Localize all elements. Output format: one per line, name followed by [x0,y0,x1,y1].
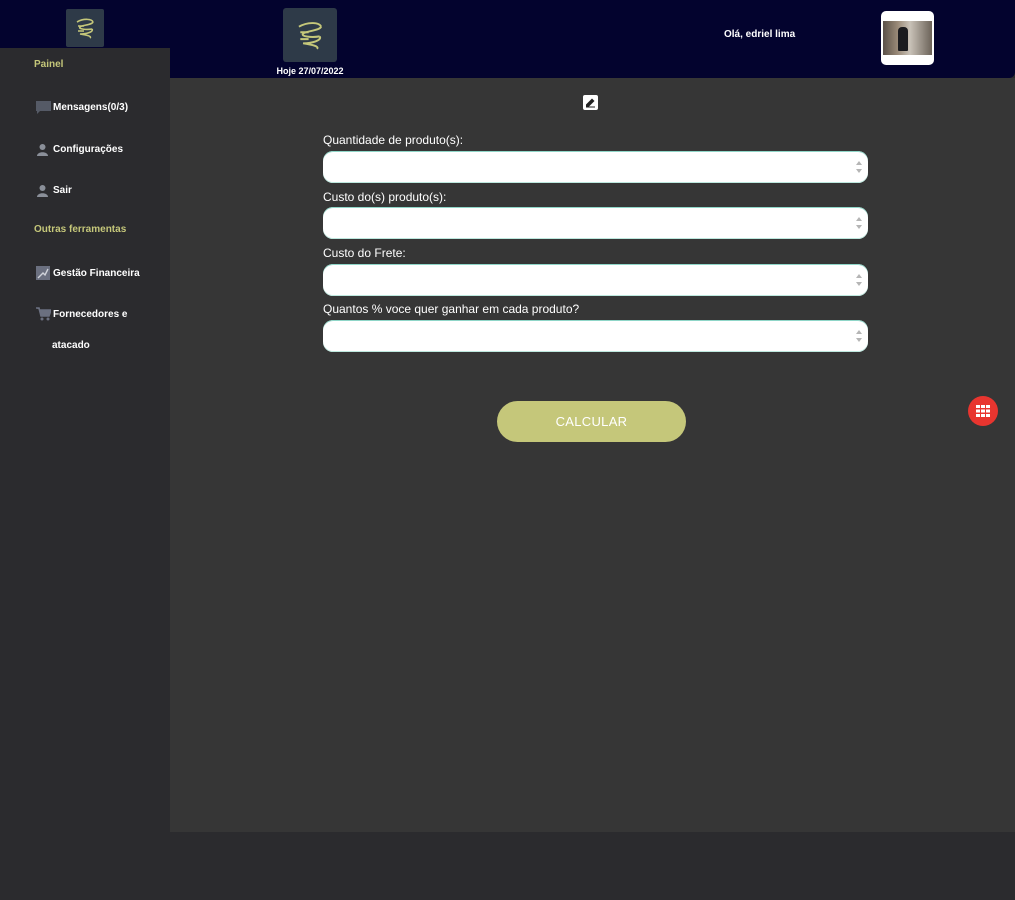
sidebar-item-settings[interactable]: Configurações [36,142,123,156]
cart-icon [36,307,51,321]
quantity-input[interactable] [323,151,868,183]
user-icon [36,142,51,156]
edit-icon [586,98,595,108]
product-cost-input[interactable] [323,207,868,239]
sidebar-item-label: Configurações [53,143,124,155]
profit-percent-input[interactable] [323,320,868,352]
sidebar-item-label-continued[interactable]: atacado [52,340,90,351]
freight-cost-input[interactable] [323,264,868,296]
grid-icon [976,405,990,417]
sidebar-item-label: Mensagens(0/3) [53,101,129,113]
profit-percent-stepper[interactable] [855,330,863,342]
sidebar-item-suppliers[interactable]: Fornecedores e [36,307,127,321]
edit-button[interactable] [583,95,598,110]
avatar[interactable] [881,11,934,65]
sidebar-heading-panel: Painel [34,59,64,70]
product-cost-stepper[interactable] [855,217,863,229]
user-greeting: Olá, edriel lima [724,29,796,40]
app-logo-small[interactable] [66,9,104,47]
quantity-stepper[interactable] [855,161,863,173]
sidebar-item-label: Fornecedores e [53,308,128,320]
sidebar-item-label: Sair [53,184,72,196]
logo-icon [76,18,94,39]
calculate-button[interactable]: CALCULAR [497,401,686,442]
chat-icon [36,100,51,114]
freight-cost-stepper[interactable] [855,274,863,286]
main-content [170,78,1015,832]
sidebar-item-logout[interactable]: Sair [36,183,72,197]
freight-cost-label: Custo do Frete: [323,246,406,260]
app-logo[interactable] [283,8,337,62]
sidebar-item-finance[interactable]: Gestão Financeira [36,266,140,280]
avatar-figure [898,27,908,51]
product-cost-label: Custo do(s) produto(s): [323,190,447,204]
apps-menu-button[interactable] [968,396,998,426]
footer-strip [0,832,1015,900]
logo-icon [298,22,322,50]
profit-percent-label: Quantos % voce quer ganhar em cada produ… [323,302,580,316]
sidebar-item-label: Gestão Financeira [53,267,140,279]
sidebar: Painel Mensagens(0/3) Configurações Sair… [0,48,170,832]
quantity-label: Quantidade de produto(s): [323,133,464,147]
sidebar-item-messages[interactable]: Mensagens(0/3) [36,100,128,114]
today-date: Hoje 27/07/2022 [276,66,344,76]
user-icon [36,183,51,197]
chart-icon [36,266,51,280]
sidebar-heading-tools: Outras ferramentas [34,224,127,235]
